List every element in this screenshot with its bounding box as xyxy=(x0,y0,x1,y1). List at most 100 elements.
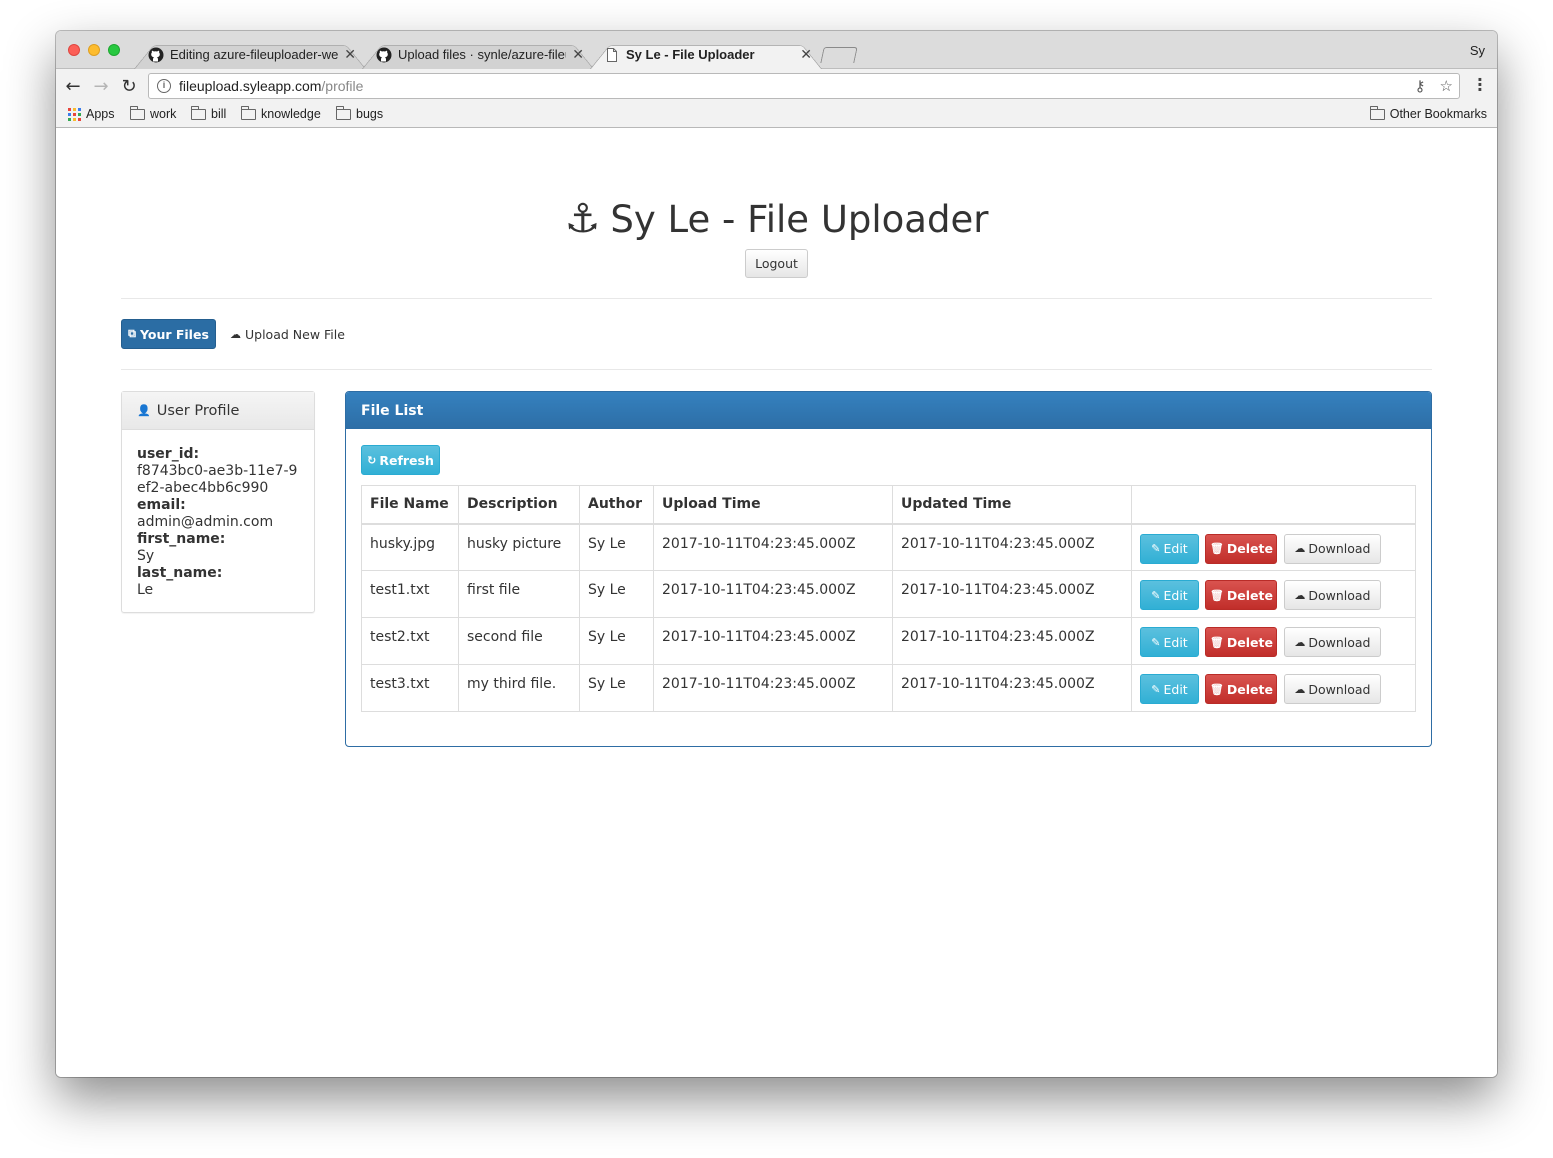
delete-button[interactable]: 🗑 Delete xyxy=(1205,627,1278,657)
cell-updated-time: 2017-10-11T04:23:45.000Z xyxy=(892,617,1132,665)
cell-description: my third file. xyxy=(458,664,580,712)
back-arrow-icon[interactable]: ← xyxy=(62,75,84,97)
refresh-button[interactable]: ↻ Refresh xyxy=(361,445,440,475)
column-header: Author xyxy=(579,485,654,525)
edit-icon: ✎ xyxy=(1151,588,1161,602)
star-icon[interactable]: ☆ xyxy=(1440,77,1453,95)
delete-button[interactable]: 🗑 Delete xyxy=(1205,580,1278,610)
field-key: last_name: xyxy=(137,565,223,581)
bookmark-work[interactable]: work xyxy=(130,105,177,121)
trash-icon: 🗑 xyxy=(1209,635,1224,649)
forward-arrow-icon[interactable]: → xyxy=(90,75,112,97)
divider xyxy=(121,369,1432,370)
page-icon xyxy=(607,47,617,62)
download-button[interactable]: ☁ Download xyxy=(1283,627,1381,657)
column-header: Updated Time xyxy=(892,485,1132,525)
refresh-icon: ↻ xyxy=(367,453,377,467)
button-label: Download xyxy=(1308,541,1371,556)
key-icon[interactable]: ⚷ xyxy=(1415,77,1426,95)
cell-updated-time: 2017-10-11T04:23:45.000Z xyxy=(892,570,1132,618)
cell-description: husky picture xyxy=(458,523,580,571)
new-tab-button[interactable] xyxy=(820,47,858,63)
field-value: f8743bc0-ae3b-11e7-9ef2-abec4bb6c990 xyxy=(137,463,298,496)
user-icon: 👤 xyxy=(137,404,151,417)
url-host: fileupload.syleapp.com xyxy=(179,78,322,94)
table-row: test3.txt my third file. Sy Le 2017-10-1… xyxy=(361,664,1416,712)
your-files-tab[interactable]: ⧉ Your Files xyxy=(121,319,216,349)
reload-icon[interactable]: ↻ xyxy=(118,75,140,97)
url-path: /profile xyxy=(321,78,364,94)
table-header-row: File Name Description Author Upload Time… xyxy=(361,485,1416,525)
tab-label: Your Files xyxy=(139,326,209,342)
tab-upload-files[interactable]: Upload files · synle/azure-fileu ✕ xyxy=(362,40,594,69)
edit-icon: ✎ xyxy=(1151,542,1161,555)
download-button[interactable]: ☁ Download xyxy=(1283,674,1381,704)
bookmark-label: knowledge xyxy=(261,107,321,121)
edit-button[interactable]: ✎ Edit xyxy=(1140,627,1199,657)
column-header-actions xyxy=(1131,485,1416,525)
button-label: Delete xyxy=(1226,587,1273,603)
zoom-window-button[interactable] xyxy=(108,44,120,56)
folder-icon xyxy=(336,105,351,120)
table-row: test1.txt first file Sy Le 2017-10-11T04… xyxy=(361,570,1416,618)
cell-upload-time: 2017-10-11T04:23:45.000Z xyxy=(653,570,893,618)
download-button[interactable]: ☁ Download xyxy=(1283,533,1381,564)
tab-title: Sy Le - File Uploader xyxy=(626,47,755,62)
page-content: ⚓ Sy Le - File Uploader Logout ⧉ Your Fil… xyxy=(56,129,1497,1077)
bookmark-apps[interactable]: Apps xyxy=(68,107,115,121)
field-value: Le xyxy=(137,582,154,598)
divider xyxy=(121,298,1432,299)
field-key: email: xyxy=(137,497,186,513)
page-title: ⚓ Sy Le - File Uploader xyxy=(56,196,1497,242)
bookmark-bugs[interactable]: bugs xyxy=(336,105,384,121)
tab-title: Upload files · synle/azure-fileu xyxy=(398,47,567,62)
tab-file-uploader[interactable]: Sy Le - File Uploader ✕ xyxy=(590,40,822,69)
cell-file-name: test2.txt xyxy=(361,617,459,665)
bookmark-label: work xyxy=(150,107,177,121)
tab-close-icon[interactable]: ✕ xyxy=(572,46,584,63)
delete-button[interactable]: 🗑 Delete xyxy=(1205,674,1278,704)
github-icon xyxy=(148,47,164,62)
edit-button[interactable]: ✎ Edit xyxy=(1140,580,1199,610)
browser-profile-name[interactable]: Sy xyxy=(1470,43,1485,58)
cloud-download-icon: ☁ xyxy=(1294,542,1306,555)
info-icon[interactable]: i xyxy=(157,79,171,93)
cloud-download-icon: ☁ xyxy=(1294,682,1306,696)
menu-dots-icon[interactable]: · · · xyxy=(1477,72,1483,98)
cell-author: Sy Le xyxy=(579,664,654,712)
cell-updated-time: 2017-10-11T04:23:45.000Z xyxy=(892,523,1132,571)
cell-actions: ✎ Edit 🗑 Delete ☁ Download xyxy=(1131,664,1416,712)
download-button[interactable]: ☁ Download xyxy=(1283,580,1381,610)
edit-button[interactable]: ✎ Edit xyxy=(1140,674,1199,704)
bookmark-label: bugs xyxy=(356,107,384,121)
button-label: Edit xyxy=(1163,541,1188,556)
button-label: Edit xyxy=(1163,634,1188,650)
tab-editing-azure[interactable]: Editing azure-fileuploader-web ✕ xyxy=(134,40,366,69)
tab-close-icon[interactable]: ✕ xyxy=(344,46,356,63)
table-row: husky.jpg husky picture Sy Le 2017-10-11… xyxy=(361,523,1416,571)
upload-new-file-tab[interactable]: ☁ Upload New File xyxy=(230,319,345,349)
close-window-button[interactable] xyxy=(68,44,80,56)
cell-description: second file xyxy=(458,617,580,665)
field-key: user_id: xyxy=(137,446,200,462)
button-label: Delete xyxy=(1226,541,1273,556)
tab-close-icon[interactable]: ✕ xyxy=(800,46,812,63)
column-header: File Name xyxy=(361,485,459,525)
cell-upload-time: 2017-10-11T04:23:45.000Z xyxy=(653,617,893,665)
panel-title: User Profile xyxy=(156,402,240,419)
browser-toolbar: ← → ↻ i fileupload.syleapp.com/profile ⚷… xyxy=(56,69,1497,103)
bookmark-bill[interactable]: bill xyxy=(191,105,227,121)
button-label: Delete xyxy=(1226,681,1273,697)
bookmark-other[interactable]: Other Bookmarks xyxy=(1369,105,1487,121)
bookmark-knowledge[interactable]: knowledge xyxy=(241,105,321,121)
bookmark-label: bill xyxy=(211,107,227,121)
edit-button[interactable]: ✎ Edit xyxy=(1140,533,1199,564)
button-label: Delete xyxy=(1226,634,1273,650)
cell-author: Sy Le xyxy=(579,523,654,571)
logout-button[interactable]: Logout xyxy=(745,249,808,278)
delete-button[interactable]: 🗑 Delete xyxy=(1205,533,1278,564)
table-row: test2.txt second file Sy Le 2017-10-11T0… xyxy=(361,617,1416,665)
address-bar[interactable]: i fileupload.syleapp.com/profile ⚷ ☆ xyxy=(148,73,1460,99)
minimize-window-button[interactable] xyxy=(88,44,100,56)
cell-actions: ✎ Edit 🗑 Delete ☁ Download xyxy=(1131,617,1416,665)
